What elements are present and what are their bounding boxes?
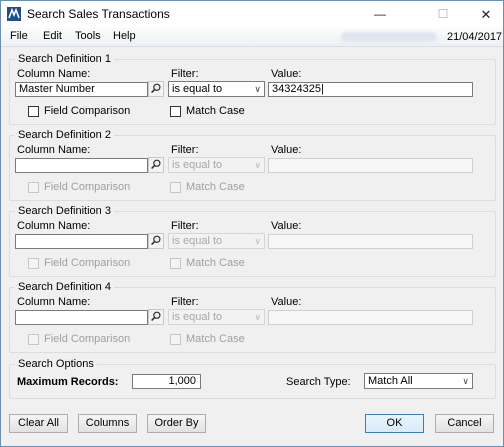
maximize-button[interactable]: ☐: [426, 1, 460, 28]
search-options-title: Search Options: [18, 358, 94, 370]
filter-label-3: Filter:: [171, 220, 199, 232]
search-definition-1-title: Search Definition 1: [18, 53, 111, 65]
filter-label-4: Filter:: [171, 296, 199, 308]
column-name-label-4: Column Name:: [17, 296, 91, 308]
match-case-label-2: Match Case: [186, 181, 245, 193]
column-name-label-1: Column Name:: [17, 68, 91, 80]
filter-select-1[interactable]: is equal to ∨: [168, 81, 265, 97]
value-label-3: Value:: [271, 220, 302, 232]
menu-edit[interactable]: Edit: [43, 30, 62, 42]
filter-label-1: Filter:: [171, 68, 199, 80]
ok-button[interactable]: OK: [365, 414, 424, 433]
menu-file[interactable]: File: [10, 30, 28, 42]
field-comparison-label-1: Field Comparison: [44, 105, 131, 117]
field-comparison-label-2: Field Comparison: [44, 181, 131, 193]
value-input-2: [268, 158, 473, 173]
field-comparison-checkbox-4: [28, 334, 39, 345]
magnifier-icon[interactable]: [148, 157, 164, 173]
filter-label-2: Filter:: [171, 144, 199, 156]
match-case-checkbox-1[interactable]: [170, 106, 181, 117]
columns-button[interactable]: Columns: [78, 414, 137, 433]
order-by-button[interactable]: Order By: [147, 414, 206, 433]
field-comparison-label-3: Field Comparison: [44, 257, 131, 269]
filter-select-1-value: is equal to: [172, 83, 223, 95]
match-case-checkbox-2: [170, 182, 181, 193]
close-button[interactable]: ✕: [469, 1, 503, 28]
column-name-label-2: Column Name:: [17, 144, 91, 156]
chevron-down-icon: ∨: [254, 84, 261, 94]
value-label-2: Value:: [271, 144, 302, 156]
magnifier-icon[interactable]: [148, 233, 164, 249]
dynamics-gp-icon: [7, 7, 21, 21]
field-comparison-checkbox-1[interactable]: [28, 106, 39, 117]
value-input-3: [268, 234, 473, 249]
magnifier-icon[interactable]: [148, 309, 164, 325]
chevron-down-icon: ∨: [254, 236, 261, 246]
column-name-input-3[interactable]: [15, 234, 148, 249]
search-sales-transactions-window: Search Sales Transactions — ☐ ✕ File Edi…: [0, 0, 504, 447]
filter-select-4: is equal to ∨: [168, 309, 265, 325]
column-name-input-4[interactable]: [15, 310, 148, 325]
filter-select-4-value: is equal to: [172, 311, 223, 323]
value-input-1[interactable]: 34324325|: [268, 82, 473, 97]
clear-all-button[interactable]: Clear All: [9, 414, 68, 433]
value-input-4: [268, 310, 473, 325]
blurred-company-name: [341, 32, 437, 42]
column-name-input-1[interactable]: Master Number: [15, 82, 148, 97]
field-comparison-checkbox-2: [28, 182, 39, 193]
match-case-label-3: Match Case: [186, 257, 245, 269]
search-type-label: Search Type:: [286, 376, 351, 388]
field-comparison-label-4: Field Comparison: [44, 333, 131, 345]
chevron-down-icon: ∨: [254, 160, 261, 170]
value-label-4: Value:: [271, 296, 302, 308]
magnifier-icon[interactable]: [148, 81, 164, 97]
menu-tools[interactable]: Tools: [75, 30, 101, 42]
maximum-records-label: Maximum Records:: [17, 376, 119, 388]
filter-select-3: is equal to ∨: [168, 233, 265, 249]
search-type-select[interactable]: Match All ∨: [364, 373, 473, 389]
minimize-button[interactable]: —: [363, 1, 397, 28]
match-case-checkbox-4: [170, 334, 181, 345]
filter-select-2-value: is equal to: [172, 159, 223, 171]
menu-help[interactable]: Help: [113, 30, 136, 42]
match-case-label-4: Match Case: [186, 333, 245, 345]
value-label-1: Value:: [271, 68, 302, 80]
search-definition-2-title: Search Definition 2: [18, 129, 111, 141]
filter-select-2: is equal to ∨: [168, 157, 265, 173]
chevron-down-icon: ∨: [462, 376, 469, 386]
filter-select-3-value: is equal to: [172, 235, 223, 247]
match-case-checkbox-3: [170, 258, 181, 269]
maximum-records-input[interactable]: 1,000: [132, 374, 201, 389]
cancel-button[interactable]: Cancel: [435, 414, 494, 433]
chevron-down-icon: ∨: [254, 312, 261, 322]
field-comparison-checkbox-3: [28, 258, 39, 269]
user-date: 21/04/2017: [447, 31, 503, 43]
search-definition-3-title: Search Definition 3: [18, 205, 111, 217]
search-type-value: Match All: [368, 375, 413, 387]
window-title: Search Sales Transactions: [27, 7, 170, 21]
match-case-label-1: Match Case: [186, 105, 245, 117]
title-bar: Search Sales Transactions — ☐ ✕: [1, 1, 503, 28]
column-name-label-3: Column Name:: [17, 220, 91, 232]
column-name-input-2[interactable]: [15, 158, 148, 173]
search-definition-4-title: Search Definition 4: [18, 281, 111, 293]
